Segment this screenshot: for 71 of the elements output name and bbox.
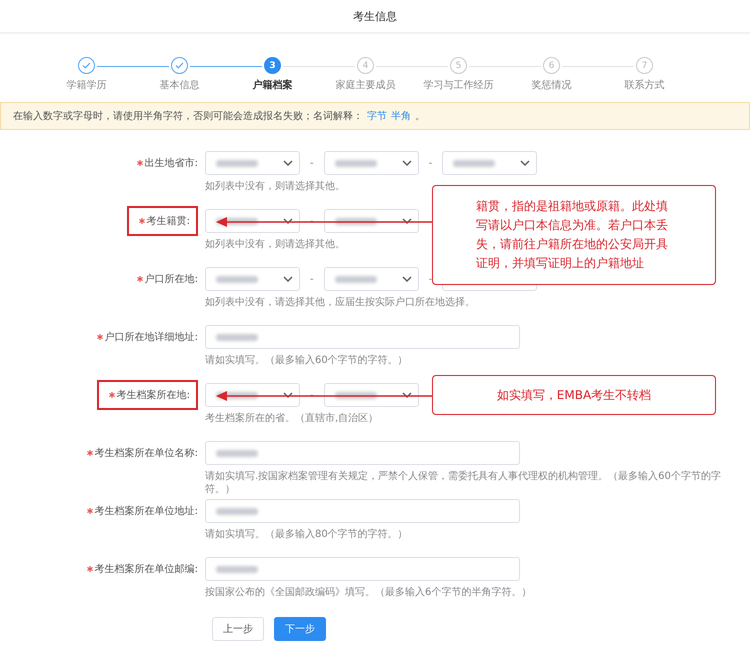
- field-label: 考生籍贯:: [146, 214, 190, 228]
- chevron-down-icon: [520, 160, 530, 166]
- blurred-value: [334, 160, 377, 166]
- field-hint: 请如实填写。（最多输入80个字节的字符。）: [205, 528, 408, 541]
- page-title: 考生信息: [353, 8, 397, 24]
- separator-dash: -: [310, 390, 314, 400]
- callout-text: 籍贯，指的是祖籍地或原籍。此处填写请以户口本信息为准。若户口本丢失，请前往户籍所在地的公安局开具证明，并填写证明上的户籍地址: [476, 198, 669, 272]
- chevron-down-icon: [283, 218, 293, 224]
- term-link[interactable]: 半角: [391, 109, 411, 123]
- separator-dash: -: [428, 158, 432, 168]
- field-hint: 如列表中没有，则请选择其他。: [205, 238, 345, 251]
- chevron-down-icon: [402, 160, 412, 166]
- blurred-value: [216, 566, 258, 572]
- notice-text: 在输入数字或字母时，请使用半角字符，否则可能会造成报名失败；名词解释：: [13, 110, 363, 123]
- blurred-value: [216, 508, 258, 514]
- dropdown-select[interactable]: [205, 383, 300, 407]
- chevron-down-icon: [402, 218, 412, 224]
- field-hint: 考生档案所在的省。（直辖市,自治区）: [205, 412, 378, 425]
- step-indicator: 7: [636, 57, 653, 74]
- text-input[interactable]: [205, 557, 520, 581]
- text-input[interactable]: [205, 499, 520, 523]
- field-hint: 请如实填写.按国家档案管理有关规定，严禁个人保管，需委托具有人事代理权的机构管理。（最多输入60个字节的字符。）: [205, 470, 722, 496]
- callout-text: 如实填写，EMBA考生不转档: [496, 386, 652, 404]
- field-hint: 按国家公布的《全国邮政编码》填写。（最多输入6个字节的半角字符。）: [205, 586, 532, 599]
- chevron-down-icon: [283, 276, 293, 282]
- chevron-down-icon: [283, 160, 293, 166]
- check-icon: [175, 62, 184, 69]
- step-label: 基本信息: [160, 78, 200, 92]
- field-label: 考生档案所在单位名称:: [94, 446, 198, 460]
- step-label: 学籍学历: [66, 79, 106, 92]
- step-label: 户籍档案: [252, 78, 292, 92]
- step-indicator: 5: [450, 57, 467, 74]
- field-hint: 如列表中没有，则请选择其他。: [205, 180, 345, 193]
- chevron-down-icon: [402, 276, 412, 282]
- separator-dash: -: [310, 274, 314, 284]
- field-hint: 如列表中没有，请选择其他，应届生按实际户口所在地选择。: [205, 296, 475, 309]
- step-label: 联系方式: [624, 78, 664, 92]
- blurred-value: [453, 160, 496, 166]
- blurred-value: [216, 334, 258, 340]
- blurred-value: [216, 450, 258, 456]
- previous-button[interactable]: 上一步: [212, 617, 264, 641]
- blurred-value: [334, 276, 377, 282]
- field-label: 考生档案所在单位邮编:: [94, 562, 198, 576]
- separator-dash: -: [428, 274, 432, 284]
- step-indicator: 3: [264, 57, 281, 74]
- step-indicator: 4: [357, 57, 374, 74]
- blurred-value: [216, 276, 258, 282]
- step-label: 家庭主要成员: [336, 78, 396, 92]
- dropdown-select[interactable]: [324, 383, 419, 407]
- separator-dash: -: [310, 158, 314, 168]
- step-label: 学习与工作经历: [424, 78, 494, 92]
- check-icon: [82, 62, 91, 69]
- field-label: 考生档案所在单位地址:: [94, 504, 198, 518]
- field-label: 考生档案所在地:: [116, 388, 190, 402]
- dropdown-select[interactable]: [324, 209, 419, 233]
- field-label: 户口所在地详细地址:: [104, 330, 198, 344]
- step-label: 奖惩情况: [532, 78, 572, 92]
- field-hint: 请如实填写。（最多输入60个字节的字符。）: [205, 354, 408, 367]
- field-label: 户口所在地:: [144, 272, 198, 286]
- blurred-value: [216, 160, 258, 166]
- term-link[interactable]: 字节: [367, 109, 387, 123]
- field-label: 出生地省市:: [144, 156, 198, 170]
- text-input[interactable]: [205, 441, 520, 465]
- separator-dash: -: [310, 216, 314, 226]
- notice-end: 。: [415, 110, 425, 123]
- chevron-down-icon: [402, 392, 412, 398]
- step-indicator: 6: [543, 57, 560, 74]
- dropdown-select[interactable]: [205, 209, 300, 233]
- text-input[interactable]: [205, 325, 520, 349]
- chevron-down-icon: [283, 392, 293, 398]
- next-button[interactable]: 下一步: [274, 617, 326, 641]
